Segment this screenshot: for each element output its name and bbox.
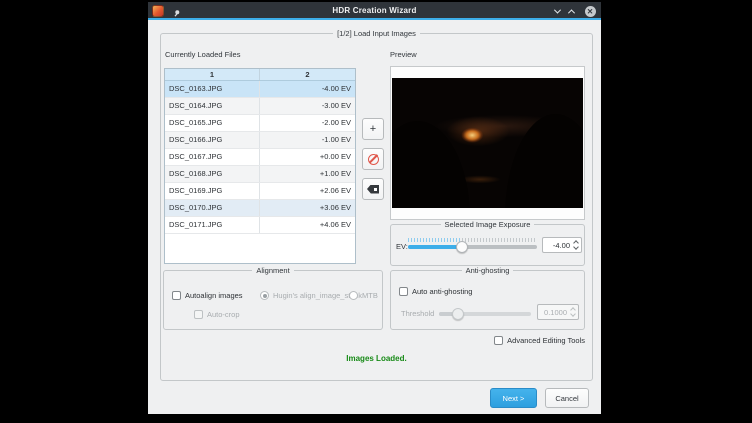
preview-image <box>392 78 583 208</box>
file-name-cell: DSC_0168.JPG <box>165 166 260 182</box>
antighosting-groupbox: Anti-ghosting Auto anti-ghosting Thresho… <box>390 270 585 330</box>
mtb-radio: MTB <box>349 291 378 300</box>
file-name-cell: DSC_0165.JPG <box>165 115 260 131</box>
spin-arrows <box>572 241 581 249</box>
ev-value-cell: +0.00 EV <box>260 149 355 165</box>
file-name-cell: DSC_0170.JPG <box>165 200 260 216</box>
slider-track <box>439 312 531 316</box>
slider-handle <box>452 308 464 320</box>
auto-antighosting-checkbox[interactable]: Auto anti-ghosting <box>399 287 472 296</box>
clear-list-button[interactable] <box>362 178 384 200</box>
radio-icon <box>260 291 269 300</box>
alignment-groupbox: Alignment Autoalign images Hugin's align… <box>163 270 383 330</box>
spin-down-icon[interactable] <box>573 244 579 250</box>
slider-track <box>408 245 537 249</box>
mtb-label: MTB <box>362 291 378 300</box>
desktop-background: HDR Creation Wizard ✕ [1/2] Load Input I… <box>0 0 752 423</box>
step-title: [1/2] Load Input Images <box>161 29 592 38</box>
table-row[interactable]: DSC_0171.JPG +4.06 EV <box>165 217 355 234</box>
loaded-files-table: 1 2 DSC_0163.JPG -4.00 EV DSC_0164.JPG -… <box>164 68 356 264</box>
window-title: HDR Creation Wizard <box>148 6 601 15</box>
autoalign-label: Autoalign images <box>185 291 243 300</box>
spin-down-icon <box>570 311 576 317</box>
ev-value-cell: +1.00 EV <box>260 166 355 182</box>
spin-arrows <box>569 308 578 316</box>
file-name-cell: DSC_0167.JPG <box>165 149 260 165</box>
checkbox-icon <box>494 336 503 345</box>
advanced-tools-label: Advanced Editing Tools <box>507 336 585 345</box>
status-message: Images Loaded. <box>160 354 593 363</box>
file-name-cell: DSC_0169.JPG <box>165 183 260 199</box>
file-name-cell: DSC_0163.JPG <box>165 81 260 97</box>
advanced-tools-checkbox[interactable]: Advanced Editing Tools <box>494 336 585 345</box>
preview-label: Preview <box>390 50 417 59</box>
remove-image-button[interactable] <box>362 148 384 170</box>
exposure-groupbox: Selected Image Exposure EV: -4.00 <box>390 224 585 266</box>
threshold-label: Threshold <box>401 309 434 318</box>
table-row[interactable]: DSC_0169.JPG +2.06 EV <box>165 183 355 200</box>
slider-fill <box>408 245 462 249</box>
ev-value-cell: -4.00 EV <box>260 81 355 97</box>
preview-frame <box>390 66 585 220</box>
silhouette-right <box>505 114 583 208</box>
ev-spinbox[interactable]: -4.00 <box>542 237 582 253</box>
ev-spinbox-value: -4.00 <box>543 241 572 250</box>
loaded-files-label: Currently Loaded Files <box>165 50 240 59</box>
ev-value-cell: +4.06 EV <box>260 217 355 233</box>
radio-icon <box>349 291 358 300</box>
hugin-radio: Hugin's align_image_stack <box>260 291 362 300</box>
table-row[interactable]: DSC_0164.JPG -3.00 EV <box>165 98 355 115</box>
auto-antighosting-label: Auto anti-ghosting <box>412 287 472 296</box>
threshold-spinbox: 0.1000 <box>537 304 579 320</box>
column-header-1[interactable]: 1 <box>165 69 260 80</box>
table-row[interactable]: DSC_0166.JPG -1.00 EV <box>165 132 355 149</box>
file-name-cell: DSC_0164.JPG <box>165 98 260 114</box>
ev-label: EV: <box>396 242 408 251</box>
close-button[interactable]: ✕ <box>584 5 596 17</box>
autoalign-checkbox[interactable]: Autoalign images <box>172 291 243 300</box>
threshold-spinbox-value: 0.1000 <box>538 308 569 317</box>
cancel-button[interactable]: Cancel <box>545 388 589 408</box>
autocrop-checkbox: Auto-crop <box>194 310 240 319</box>
minimize-button[interactable] <box>551 5 563 17</box>
checkbox-icon <box>172 291 181 300</box>
titlebar[interactable]: HDR Creation Wizard ✕ <box>148 2 601 20</box>
slider-fill <box>439 312 458 316</box>
ev-value-cell: -2.00 EV <box>260 115 355 131</box>
silhouette-left <box>392 121 470 208</box>
autocrop-label: Auto-crop <box>207 310 240 319</box>
clear-list-icon <box>367 185 379 194</box>
chevron-down-icon <box>553 6 560 13</box>
checkbox-icon <box>399 287 408 296</box>
checkbox-icon <box>194 310 203 319</box>
threshold-slider <box>439 305 531 319</box>
slider-handle[interactable] <box>456 241 468 253</box>
column-header-2[interactable]: 2 <box>260 69 355 80</box>
table-row[interactable]: DSC_0163.JPG -4.00 EV <box>165 81 355 98</box>
hdr-creation-wizard-window: HDR Creation Wizard ✕ [1/2] Load Input I… <box>148 2 601 414</box>
table-row[interactable]: DSC_0167.JPG +0.00 EV <box>165 149 355 166</box>
remove-icon <box>368 154 379 165</box>
table-row[interactable]: DSC_0168.JPG +1.00 EV <box>165 166 355 183</box>
slider-ticks-active <box>408 238 462 242</box>
ev-value-cell: +3.06 EV <box>260 200 355 216</box>
next-button[interactable]: Next > <box>490 388 537 408</box>
table-row[interactable]: DSC_0170.JPG +3.06 EV <box>165 200 355 217</box>
file-name-cell: DSC_0171.JPG <box>165 217 260 233</box>
exposure-slider[interactable] <box>408 238 537 252</box>
close-icon: ✕ <box>585 6 596 17</box>
table-row[interactable]: DSC_0165.JPG -2.00 EV <box>165 115 355 132</box>
file-name-cell: DSC_0166.JPG <box>165 132 260 148</box>
plus-icon: + <box>370 124 376 135</box>
ev-value-cell: +2.06 EV <box>260 183 355 199</box>
chevron-up-icon <box>567 9 574 16</box>
ev-value-cell: -1.00 EV <box>260 132 355 148</box>
add-images-button[interactable]: + <box>362 118 384 140</box>
ev-value-cell: -3.00 EV <box>260 98 355 114</box>
table-header: 1 2 <box>165 69 355 81</box>
maximize-button[interactable] <box>565 5 577 17</box>
table-body: DSC_0163.JPG -4.00 EV DSC_0164.JPG -3.00… <box>165 81 355 234</box>
